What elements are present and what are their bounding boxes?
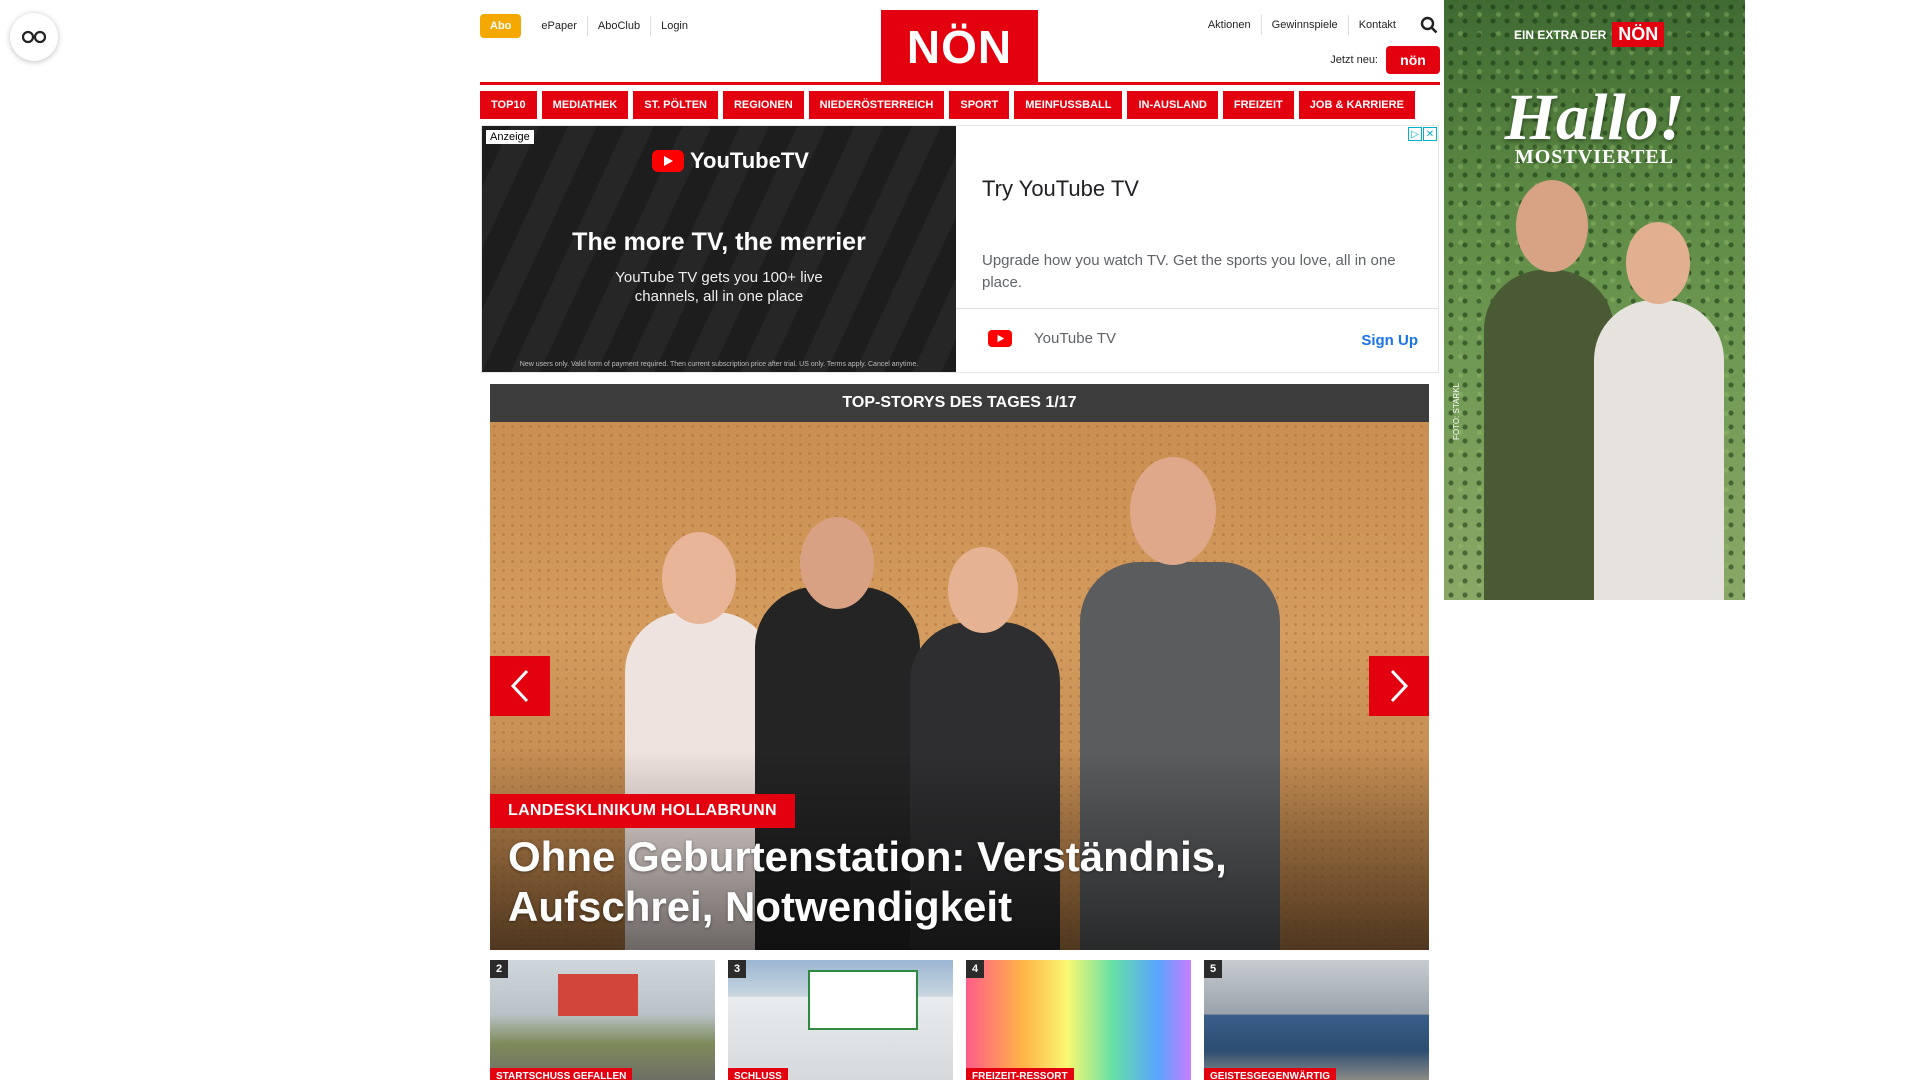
youtubetv-logo: YouTubeTV — [652, 148, 809, 174]
thumb-sign — [808, 970, 918, 1030]
adchoices[interactable]: ▷ ✕ — [1408, 127, 1437, 141]
kontakt-link[interactable]: Kontakt — [1347, 15, 1406, 35]
promo-person — [1594, 300, 1724, 600]
hero-category-badge[interactable]: LANDESKLINIKUM HOLLABRUNN — [490, 794, 795, 828]
promo-title: Hallo! — [1504, 81, 1685, 154]
thumb-number: 4 — [966, 960, 984, 978]
nav-st-poelten[interactable]: ST. PÖLTEN — [633, 91, 718, 119]
promo-banner[interactable]: EIN EXTRA DER NÖN Hallo! MOSTVIERTEL FOT… — [1444, 0, 1745, 600]
ad-subtext: YouTube TV gets you 100+ live channels, … — [615, 269, 823, 305]
promo-extra-label: EIN EXTRA DER — [1514, 27, 1607, 42]
hero-person-head — [948, 547, 1018, 633]
nav-niederoesterreich[interactable]: NIEDERÖSTERREICH — [808, 91, 945, 119]
youtube-icon — [988, 330, 1012, 347]
jetzt-neu[interactable]: Jetzt neu: nön — [1330, 46, 1440, 74]
category-nav: TOP10 MEDIATHEK ST. PÖLTEN REGIONEN NIED… — [480, 91, 1440, 119]
thumb-category: GEISTESGEGENWÄRTIG — [1204, 1068, 1337, 1080]
ad-description: Upgrade how you watch TV. Get the sports… — [982, 252, 1396, 291]
top-nav-right: Aktionen Gewinnspiele Kontakt — [1188, 14, 1440, 36]
promo-person-head — [1626, 222, 1690, 304]
epaper-link[interactable]: ePaper — [531, 16, 586, 36]
gewinnspiele-link[interactable]: Gewinnspiele — [1260, 15, 1348, 35]
hero-title[interactable]: Ohne Geburtenstation: Verständnis, Aufsc… — [508, 832, 1388, 932]
abo-button[interactable]: Abo — [480, 14, 522, 38]
story-thumbnails: 2 STARTSCHUSS GEFALLEN 3 SCHLUSS 4 FREIZ… — [490, 960, 1429, 1080]
promo-person-head — [1516, 180, 1588, 272]
jetzt-neu-label: Jetzt neu: — [1330, 54, 1378, 66]
ad-visual[interactable]: Anzeige YouTubeTV The more TV, the merri… — [482, 126, 956, 372]
top-nav-left: Abo ePaper AboClub Login — [480, 14, 698, 38]
nav-top10[interactable]: TOP10 — [480, 91, 537, 119]
ad-label: Anzeige — [486, 130, 534, 144]
carousel-next-button[interactable] — [1369, 656, 1429, 716]
ad-advertiser-name: YouTube TV — [1034, 330, 1117, 347]
play-icon — [652, 150, 684, 172]
promo-extra: EIN EXTRA DER NÖN — [1514, 22, 1665, 47]
photo-credit: FOTO: STARKL — [1452, 382, 1461, 440]
header-divider — [480, 82, 1440, 85]
site-header: Abo ePaper AboClub Login NÖN Aktionen Ge… — [480, 0, 1440, 86]
ad-title[interactable]: Try YouTube TV — [982, 176, 1139, 202]
thumb-number: 5 — [1204, 960, 1222, 978]
ad-close-icon[interactable]: ✕ — [1423, 127, 1437, 141]
hero-person-head — [1130, 457, 1216, 565]
advertisement[interactable]: Anzeige YouTubeTV The more TV, the merri… — [481, 125, 1439, 373]
ad-divider — [956, 308, 1438, 309]
promo-non-logo: NÖN — [1612, 22, 1665, 47]
hero-person-head — [800, 517, 874, 609]
non-app-badge[interactable]: nön — [1386, 46, 1440, 74]
hero-person-head — [662, 532, 736, 624]
glasses-toggle-button[interactable] — [10, 13, 58, 61]
ad-signup-button[interactable]: Sign Up — [1361, 332, 1418, 349]
top-stories-header: TOP-STORYS DES TAGES 1/17 — [490, 384, 1429, 422]
thumb-number: 2 — [490, 960, 508, 978]
site-logo[interactable]: NÖN — [881, 10, 1038, 84]
thumb-category: STARTSCHUSS GEFALLEN — [490, 1068, 633, 1080]
search-icon[interactable] — [1418, 14, 1440, 36]
story-thumb[interactable]: 2 STARTSCHUSS GEFALLEN — [490, 960, 715, 1080]
ad-fine-print: New users only. Valid form of payment re… — [519, 361, 919, 368]
aktionen-link[interactable]: Aktionen — [1198, 15, 1261, 35]
thumb-billboard — [558, 974, 638, 1016]
thumb-category: SCHLUSS — [728, 1068, 788, 1080]
thumb-number: 3 — [728, 960, 746, 978]
ad-headline: The more TV, the merrier — [572, 228, 866, 256]
chevron-left-icon — [510, 669, 529, 703]
story-thumb[interactable]: 5 GEISTESGEGENWÄRTIG — [1204, 960, 1429, 1080]
story-thumb[interactable]: 4 FREIZEIT-RESSORT — [966, 960, 1191, 1080]
youtubetv-logo-text: YouTubeTV — [690, 148, 809, 173]
nav-job-karriere[interactable]: JOB & KARRIERE — [1298, 91, 1415, 119]
chevron-right-icon — [1390, 669, 1409, 703]
nav-regionen[interactable]: REGIONEN — [722, 91, 804, 119]
login-link[interactable]: Login — [650, 16, 698, 36]
carousel-prev-button[interactable] — [490, 656, 550, 716]
nav-freizeit[interactable]: FREIZEIT — [1222, 91, 1294, 119]
thumb-category: FREIZEIT-RESSORT — [966, 1068, 1074, 1080]
ad-advertiser[interactable]: YouTube TV — [988, 330, 1116, 347]
nav-sport[interactable]: SPORT — [949, 91, 1010, 119]
nav-meinfussball[interactable]: MEINFUSSBALL — [1014, 91, 1123, 119]
promo-region: MOSTVIERTEL — [1514, 146, 1675, 168]
nav-in-ausland[interactable]: IN-AUSLAND — [1127, 91, 1218, 119]
ad-text-panel[interactable]: Try YouTube TV Upgrade how you watch TV.… — [956, 126, 1438, 372]
glasses-icon — [21, 30, 47, 44]
nav-mediathek[interactable]: MEDIATHEK — [541, 91, 629, 119]
hero-story[interactable]: LANDESKLINIKUM HOLLABRUNN Ohne Geburtens… — [490, 422, 1429, 950]
adchoices-icon[interactable]: ▷ — [1408, 127, 1422, 141]
story-thumb[interactable]: 3 SCHLUSS — [728, 960, 953, 1080]
aboclub-link[interactable]: AboClub — [586, 16, 650, 36]
